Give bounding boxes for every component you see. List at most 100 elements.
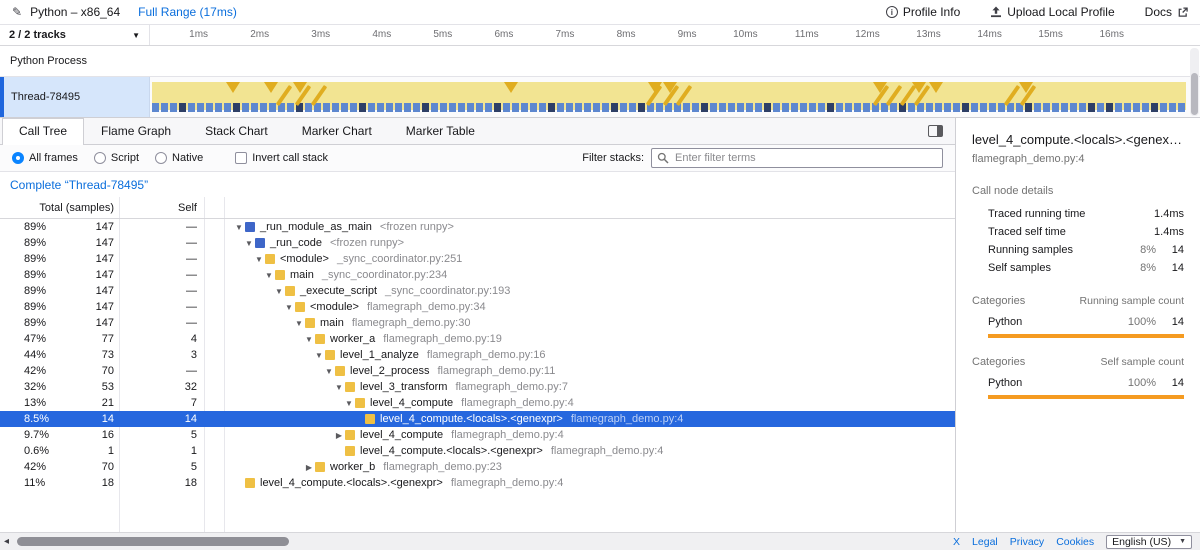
collapse-icon[interactable]: ▼ — [313, 351, 325, 360]
frame-cell[interactable]: ▼<module>_sync_coordinator.py:251 — [225, 253, 955, 265]
tree-row[interactable]: 89%147—▼<module>_sync_coordinator.py:251 — [0, 251, 955, 267]
tree-row[interactable]: 11%1818level_4_compute.<locals>.<genexpr… — [0, 475, 955, 491]
sample-cell[interactable] — [503, 103, 510, 112]
timeline-vertical-scrollbar[interactable] — [1190, 48, 1199, 116]
sample-cell[interactable] — [1169, 103, 1176, 112]
sample-cell[interactable] — [809, 103, 816, 112]
profile-info-button[interactable]: i Profile Info — [886, 5, 960, 19]
sample-cell[interactable] — [737, 103, 744, 112]
breadcrumb-root[interactable]: Complete “Thread-78495” — [10, 178, 148, 192]
docs-link[interactable]: Docs — [1145, 5, 1188, 19]
sample-cell[interactable] — [926, 103, 933, 112]
marker-triangle-icon[interactable] — [929, 82, 943, 93]
frame-cell[interactable]: ▼main_sync_coordinator.py:234 — [225, 269, 955, 281]
sample-cell[interactable] — [1178, 103, 1185, 112]
sample-cell[interactable] — [935, 103, 942, 112]
filter-input[interactable] — [651, 148, 943, 168]
tree-row[interactable]: 89%147—▼<module>flamegraph_demo.py:34 — [0, 299, 955, 315]
tab-marker-chart[interactable]: Marker Chart — [285, 118, 389, 144]
tree-row[interactable]: 32%5332▼level_3_transformflamegraph_demo… — [0, 379, 955, 395]
sample-cell[interactable] — [719, 103, 726, 112]
sidebar-toggle-icon[interactable] — [928, 125, 943, 137]
sample-cell[interactable] — [638, 103, 645, 112]
frame-cell[interactable]: ▼_run_module_as_main<frozen runpy> — [225, 221, 955, 233]
sample-cell[interactable] — [602, 103, 609, 112]
footer-link-cookies[interactable]: Cookies — [1056, 536, 1094, 548]
frame-cell[interactable]: ▼level_1_analyzeflamegraph_demo.py:16 — [225, 349, 955, 361]
sample-cell[interactable] — [395, 103, 402, 112]
sample-cell[interactable] — [593, 103, 600, 112]
sample-cell[interactable] — [341, 103, 348, 112]
sample-cell[interactable] — [1097, 103, 1104, 112]
sample-cell[interactable] — [791, 103, 798, 112]
sample-cell[interactable] — [818, 103, 825, 112]
collapse-icon[interactable]: ▼ — [263, 271, 275, 280]
sample-cell[interactable] — [152, 103, 159, 112]
sample-cell[interactable] — [368, 103, 375, 112]
collapse-icon[interactable]: ▼ — [233, 223, 245, 232]
sample-cell[interactable] — [386, 103, 393, 112]
frame-cell[interactable]: level_4_compute.<locals>.<genexpr>flameg… — [225, 445, 955, 457]
sample-cell[interactable] — [1025, 103, 1032, 112]
sample-cell[interactable] — [728, 103, 735, 112]
sample-cell[interactable] — [953, 103, 960, 112]
tracks-dropdown[interactable]: 2 / 2 tracks ▼ — [0, 25, 150, 45]
sample-cell[interactable] — [782, 103, 789, 112]
sample-cell[interactable] — [161, 103, 168, 112]
expand-icon[interactable]: ▶ — [303, 463, 315, 472]
sample-cell[interactable] — [701, 103, 708, 112]
sample-cell[interactable] — [1052, 103, 1059, 112]
tree-row[interactable]: 89%147—▼_run_code<frozen runpy> — [0, 235, 955, 251]
tab-marker-table[interactable]: Marker Table — [389, 118, 492, 144]
sample-cell[interactable] — [1061, 103, 1068, 112]
sample-cell[interactable] — [1151, 103, 1158, 112]
frame-cell[interactable]: ▼level_2_processflamegraph_demo.py:11 — [225, 365, 955, 377]
frame-cell[interactable]: ▼worker_aflamegraph_demo.py:19 — [225, 333, 955, 345]
full-range-link[interactable]: Full Range (17ms) — [138, 5, 237, 19]
sample-cell[interactable] — [215, 103, 222, 112]
sample-cell[interactable] — [431, 103, 438, 112]
sample-cell[interactable] — [845, 103, 852, 112]
sample-cell[interactable] — [440, 103, 447, 112]
sample-cell[interactable] — [836, 103, 843, 112]
scroll-left-arrow-icon[interactable]: ◂ — [4, 536, 9, 547]
frame-cell[interactable]: ▶worker_bflamegraph_demo.py:23 — [225, 461, 955, 473]
sample-cell[interactable] — [1115, 103, 1122, 112]
tree-row[interactable]: 89%147—▼_execute_script_sync_coordinator… — [0, 283, 955, 299]
radio-all-frames[interactable]: All frames — [12, 152, 78, 164]
sample-cell[interactable] — [989, 103, 996, 112]
sample-cell[interactable] — [260, 103, 267, 112]
tree-row[interactable]: 89%147—▼_run_module_as_main<frozen runpy… — [0, 219, 955, 235]
sample-cell[interactable] — [494, 103, 501, 112]
sample-cell[interactable] — [269, 103, 276, 112]
footer-link-x[interactable]: X — [953, 536, 960, 548]
sample-cell[interactable] — [242, 103, 249, 112]
sample-cell[interactable] — [251, 103, 258, 112]
sample-cell[interactable] — [980, 103, 987, 112]
marker-triangle-icon[interactable] — [264, 82, 278, 93]
sample-cell[interactable] — [944, 103, 951, 112]
frame-cell[interactable]: ▶level_4_computeflamegraph_demo.py:4 — [225, 429, 955, 441]
sample-cell[interactable] — [449, 103, 456, 112]
sample-cell[interactable] — [170, 103, 177, 112]
process-track-header[interactable]: Python Process — [0, 46, 1200, 76]
sample-cell[interactable] — [863, 103, 870, 112]
thread-track-label[interactable]: Thread-78495 — [0, 77, 150, 117]
sample-cell[interactable] — [1079, 103, 1086, 112]
sample-cell[interactable] — [692, 103, 699, 112]
tree-row[interactable]: 47%774▼worker_aflamegraph_demo.py:19 — [0, 331, 955, 347]
sample-cell[interactable] — [1133, 103, 1140, 112]
sample-cell[interactable] — [476, 103, 483, 112]
sample-cell[interactable] — [485, 103, 492, 112]
sample-cell[interactable] — [323, 103, 330, 112]
collapse-icon[interactable]: ▼ — [283, 303, 295, 312]
collapse-icon[interactable]: ▼ — [333, 383, 345, 392]
upload-profile-button[interactable]: Upload Local Profile — [990, 5, 1114, 19]
tab-flame-graph[interactable]: Flame Graph — [84, 118, 188, 144]
marker-triangle-icon[interactable] — [504, 82, 518, 93]
sample-cell[interactable] — [1160, 103, 1167, 112]
sample-cell[interactable] — [755, 103, 762, 112]
sample-cell[interactable] — [1070, 103, 1077, 112]
vertical-scrollbar-thumb[interactable] — [1191, 73, 1198, 115]
sample-cell[interactable] — [548, 103, 555, 112]
